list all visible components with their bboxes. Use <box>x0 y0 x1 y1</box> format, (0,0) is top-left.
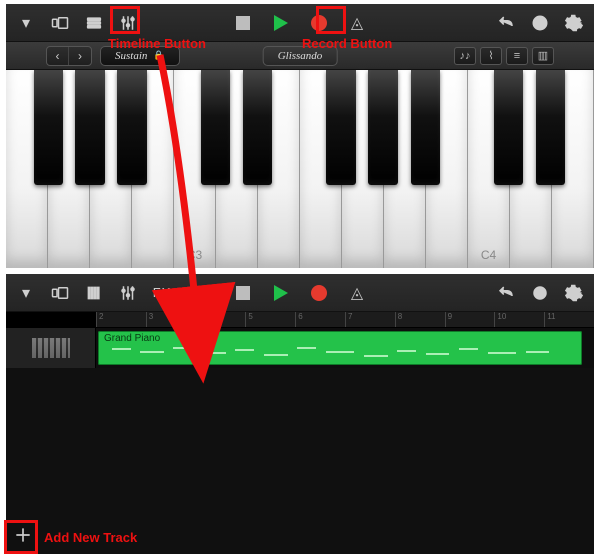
bar-tick: 2 <box>96 312 103 327</box>
bar-tick: 7 <box>345 312 352 327</box>
keyboard-tools: ♪♪ ⌇ ≡ ▥ <box>454 47 554 65</box>
glissando-preset[interactable]: Glissando <box>263 46 338 66</box>
dropdown-icon[interactable]: ▾ <box>14 281 38 305</box>
scale-mode-icon[interactable]: ⌇ <box>480 47 502 65</box>
bar-tick: 4 <box>196 312 203 327</box>
empty-track-area[interactable] <box>6 368 594 554</box>
timeline-ruler[interactable]: 2 3 4 5 6 7 8 9 10 11 <box>96 312 594 328</box>
keyboard-layout-icon[interactable]: ▥ <box>532 47 554 65</box>
settings-icon[interactable] <box>562 281 586 305</box>
dropdown-icon[interactable]: ▾ <box>14 11 38 35</box>
record-button[interactable] <box>307 281 331 305</box>
bar-tick: 11 <box>544 312 555 327</box>
bar-tick: 10 <box>494 312 506 327</box>
transport-controls <box>231 11 369 35</box>
piano-keyboard[interactable]: C3 C4 <box>6 70 594 268</box>
tracks-view-panel: ▾ FX 2 3 4 5 6 7 <box>6 274 594 554</box>
mixer-icon[interactable] <box>116 281 140 305</box>
add-track-button[interactable] <box>8 520 38 550</box>
track-header[interactable] <box>6 328 96 368</box>
sustain-toggle[interactable]: Sustain 🔒 <box>100 46 180 66</box>
bar-tick: 8 <box>395 312 402 327</box>
metronome-icon[interactable] <box>345 11 369 35</box>
record-button[interactable] <box>307 11 331 35</box>
bar-tick: 3 <box>146 312 153 327</box>
instrument-view-icon[interactable] <box>82 281 106 305</box>
bar-tick: 5 <box>245 312 252 327</box>
undo-icon[interactable] <box>494 281 518 305</box>
sustain-label: Sustain <box>115 50 147 62</box>
fx-button[interactable]: FX <box>150 281 174 305</box>
stop-button[interactable] <box>231 281 255 305</box>
loop-icon[interactable] <box>528 281 552 305</box>
bottom-toolbar: ▾ FX <box>6 274 594 312</box>
play-button[interactable] <box>269 11 293 35</box>
instrument-substrip: ‹ › Sustain 🔒 Glissando ♪♪ ⌇ ≡ ▥ <box>6 42 594 70</box>
timeline-view-icon[interactable] <box>82 11 106 35</box>
key-label-c4: C4 <box>481 248 496 262</box>
lock-icon: 🔒 <box>153 50 164 61</box>
metronome-icon[interactable] <box>345 281 369 305</box>
mixer-icon[interactable] <box>116 11 140 35</box>
region-name: Grand Piano <box>98 331 582 346</box>
octave-nav[interactable]: ‹ › <box>46 46 92 66</box>
arpeggiator-icon[interactable]: ≡ <box>506 47 528 65</box>
stop-button[interactable] <box>231 11 255 35</box>
help-icon[interactable] <box>528 11 552 35</box>
note-mode-icon[interactable]: ♪♪ <box>454 47 476 65</box>
top-toolbar: ▾ <box>6 4 594 42</box>
play-button[interactable] <box>269 281 293 305</box>
browser-icon[interactable] <box>48 281 72 305</box>
track-lane[interactable]: Grand Piano <box>96 328 594 368</box>
midi-notes <box>102 345 578 361</box>
instrument-thumbnail-icon <box>32 338 70 358</box>
track-row: Grand Piano <box>6 328 594 368</box>
key-label-c3: C3 <box>187 248 202 262</box>
transport-controls <box>231 281 369 305</box>
browser-icon[interactable] <box>48 11 72 35</box>
settings-icon[interactable] <box>562 11 586 35</box>
instrument-view-panel: ▾ ‹ › Sustain <box>6 4 594 268</box>
midi-region[interactable]: Grand Piano <box>98 331 582 365</box>
undo-icon[interactable] <box>494 11 518 35</box>
bar-tick: 9 <box>445 312 452 327</box>
octave-next-icon[interactable]: › <box>69 47 91 65</box>
glissando-label: Glissando <box>278 50 323 62</box>
bar-tick: 6 <box>295 312 302 327</box>
octave-prev-icon[interactable]: ‹ <box>47 47 69 65</box>
